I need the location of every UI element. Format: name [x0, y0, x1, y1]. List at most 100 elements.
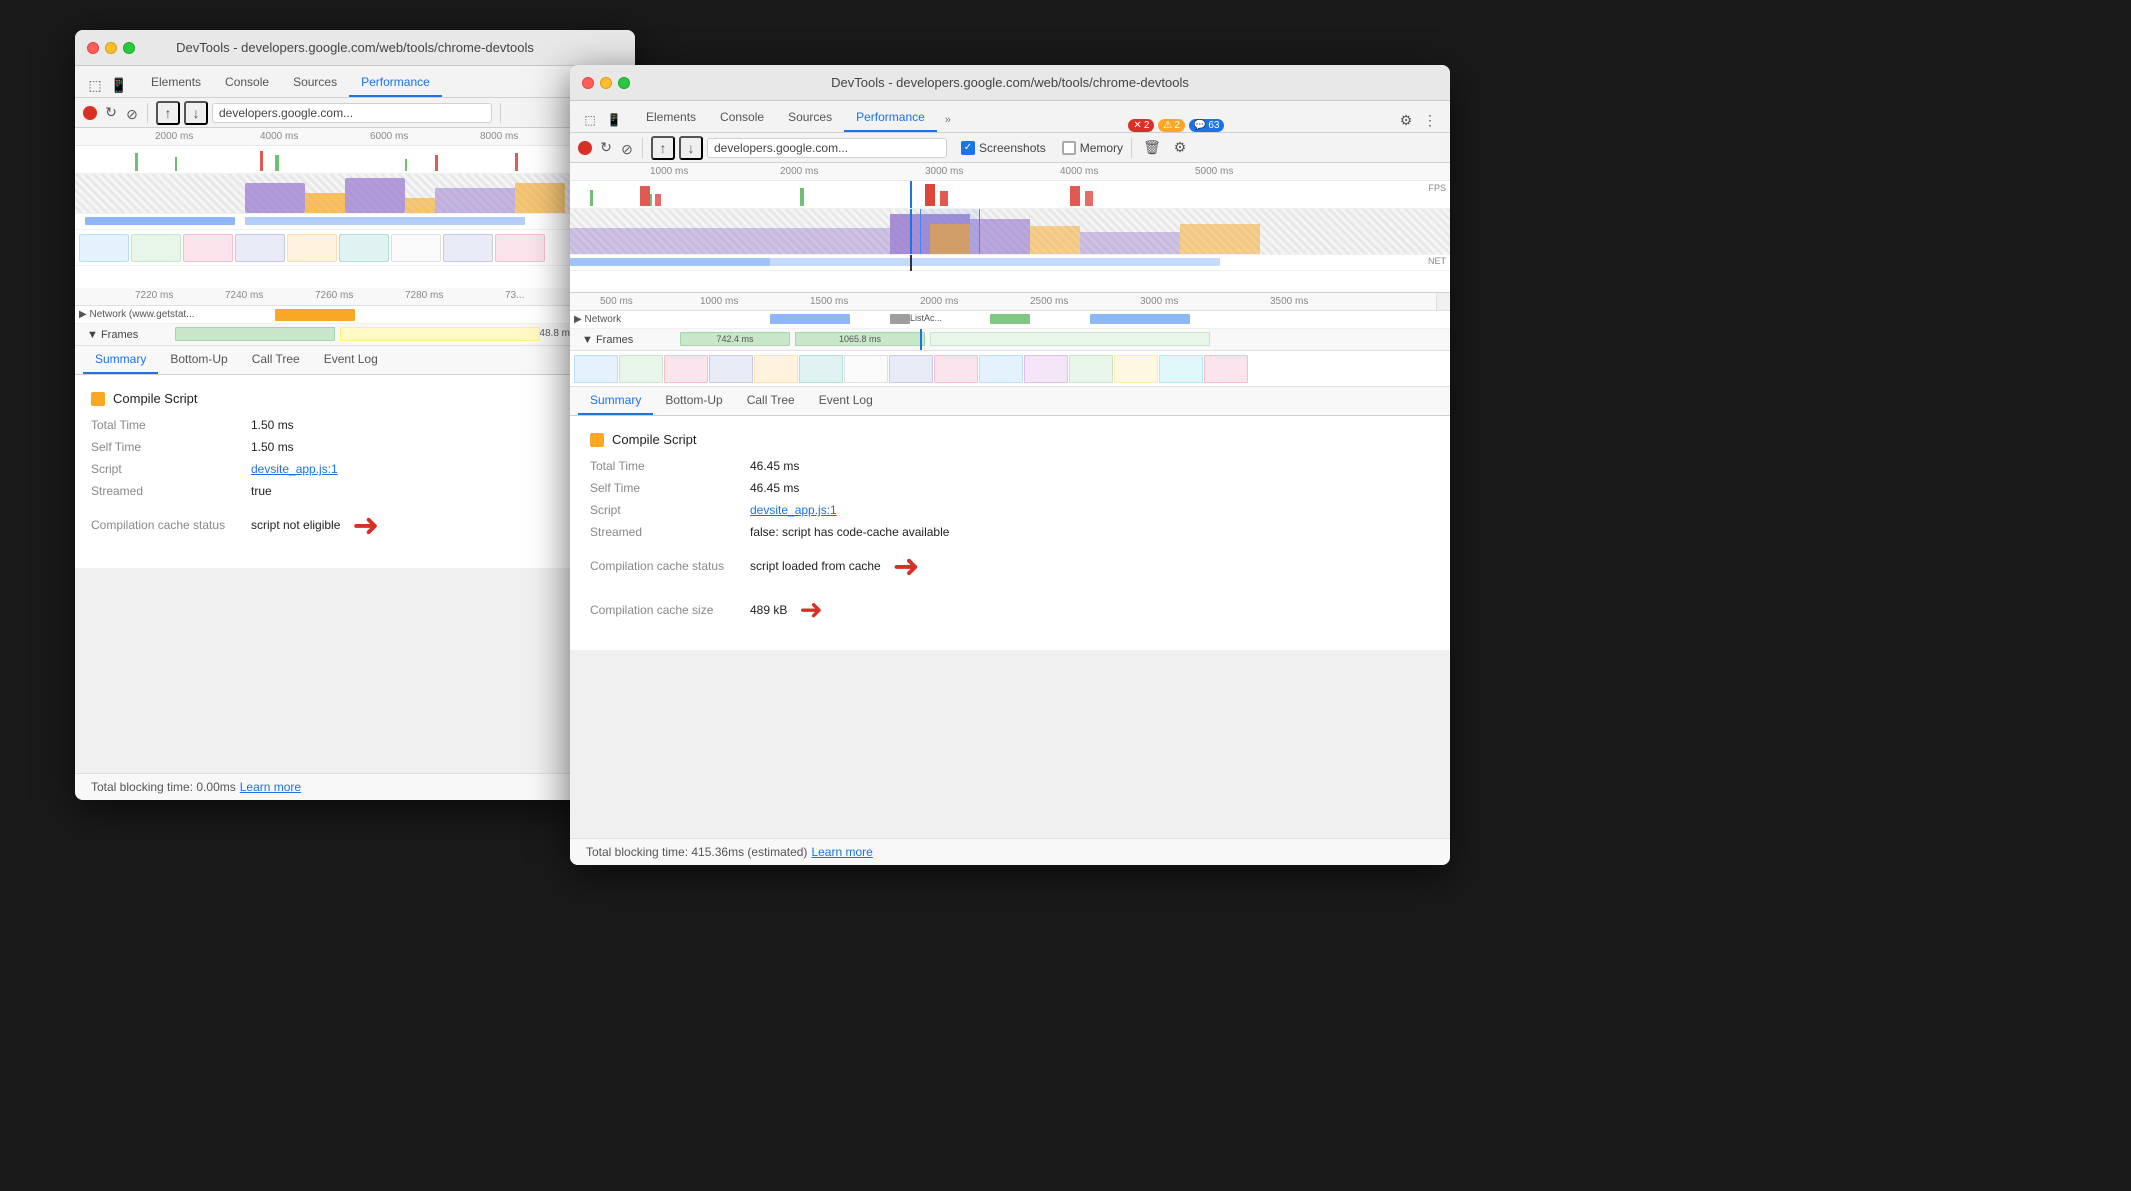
- learn-more-link-2[interactable]: Learn more: [811, 845, 872, 859]
- pointer-icon-1[interactable]: ⬚: [83, 73, 107, 97]
- panel-tab-calltree-1[interactable]: Call Tree: [240, 346, 312, 374]
- settings-icon-2[interactable]: ⚙: [1394, 108, 1418, 132]
- ruler-z-500: 500 ms: [600, 296, 633, 307]
- tab-elements-2[interactable]: Elements: [634, 104, 708, 132]
- minimize-button-1[interactable]: [105, 42, 117, 54]
- reload-button-2[interactable]: ↻: [596, 138, 616, 158]
- panel-content-2: Compile Script Total Time 46.45 ms Self …: [570, 416, 1450, 650]
- screenshots-row-2: [570, 351, 1450, 387]
- memory-checkbox-2[interactable]: Memory: [1062, 141, 1123, 155]
- ruler-tick-6000: 6000 ms: [370, 131, 408, 142]
- frames-label-2: ▼ Frames: [578, 334, 633, 346]
- gear-icon-2[interactable]: ⚙: [1168, 136, 1192, 160]
- url-bar-2: developers.google.com...: [707, 138, 947, 158]
- panel-tab-bottomup-1[interactable]: Bottom-Up: [158, 346, 239, 374]
- panel-tab-summary-1[interactable]: Summary: [83, 346, 158, 374]
- tab-sources-1[interactable]: Sources: [281, 69, 349, 97]
- ruler-z-2000: 2000 ms: [920, 296, 958, 307]
- ruler-z-1500: 1500 ms: [810, 296, 848, 307]
- cache-row-1: Compilation cache status script not elig…: [91, 506, 619, 544]
- tab-elements-1[interactable]: Elements: [139, 69, 213, 97]
- trash-icon-2[interactable]: 🗑: [1140, 136, 1164, 160]
- learn-more-link-1[interactable]: Learn more: [240, 780, 301, 794]
- ruler-top-2: 1000 ms 2000 ms 3000 ms 4000 ms 5000 ms: [570, 163, 1450, 181]
- badge-warning-2: ⚠ 2: [1158, 119, 1185, 132]
- upload-button-2[interactable]: ↑: [651, 136, 675, 160]
- screenshot-thumb-2: [131, 234, 181, 262]
- cpu-gold-2: [405, 198, 435, 213]
- compile-title-2: Compile Script: [612, 432, 697, 447]
- close-button-1[interactable]: [87, 42, 99, 54]
- screenshot2-11: [1024, 355, 1068, 383]
- ruler2-3000: 3000 ms: [925, 166, 963, 177]
- panel-tab-summary-2[interactable]: Summary: [578, 387, 653, 415]
- mobile-icon-1[interactable]: 📱: [107, 73, 131, 97]
- ruler2-1000: 1000 ms: [650, 166, 688, 177]
- compile-header-1: Compile Script: [91, 391, 619, 406]
- pointer-icon-2[interactable]: ⬚: [578, 108, 602, 132]
- record-button-1[interactable]: [83, 106, 97, 120]
- upload-button-1[interactable]: ↑: [156, 101, 180, 125]
- panel-tab-bottomup-2[interactable]: Bottom-Up: [653, 387, 734, 415]
- script-link-2[interactable]: devsite_app.js:1: [750, 503, 837, 517]
- ruler-1: 2000 ms 4000 ms 6000 ms 8000 ms: [75, 128, 635, 146]
- cache-size-label-2: Compilation cache size: [590, 603, 750, 617]
- tab-console-2[interactable]: Console: [708, 104, 776, 132]
- ruler2-tick-7260: 7260 ms: [315, 290, 353, 301]
- close-button-2[interactable]: [582, 77, 594, 89]
- fps-bar2-red-1: [640, 186, 650, 206]
- frame-block-2-1: 742.4 ms: [680, 332, 790, 346]
- fps-label-2: FPS: [1428, 183, 1446, 193]
- cpu-area-2-1: [570, 228, 890, 254]
- menu-icon-2[interactable]: ⋮: [1418, 108, 1442, 132]
- fps-bar2-3: [800, 188, 804, 206]
- script-label-2: Script: [590, 503, 750, 517]
- panel-tab-eventlog-2[interactable]: Event Log: [807, 387, 885, 415]
- cache-size-row-2: Compilation cache size 489 kB ➜: [590, 593, 1430, 626]
- ruler2-tick-7240: 7240 ms: [225, 290, 263, 301]
- mobile-icon-2[interactable]: 📱: [602, 108, 626, 132]
- panel-tab-calltree-2[interactable]: Call Tree: [735, 387, 807, 415]
- minimize-button-2[interactable]: [600, 77, 612, 89]
- ruler-tick-2000: 2000 ms: [155, 131, 193, 142]
- cpu-purple-3: [435, 188, 515, 213]
- script-link-1[interactable]: devsite_app.js:1: [251, 462, 338, 476]
- ruler2-5000: 5000 ms: [1195, 166, 1233, 177]
- screenshot-thumb-6: [339, 234, 389, 262]
- status-text-1: Total blocking time: 0.00ms: [91, 780, 236, 794]
- screenshot2-3: [664, 355, 708, 383]
- maximize-button-2[interactable]: [618, 77, 630, 89]
- self-time-label-1: Self Time: [91, 440, 251, 454]
- download-button-2[interactable]: ↓: [679, 136, 703, 160]
- download-button-1[interactable]: ↓: [184, 101, 208, 125]
- reload-button-1[interactable]: ↻: [101, 103, 121, 123]
- tab-console-1[interactable]: Console: [213, 69, 281, 97]
- fps-bar-3: [275, 155, 279, 171]
- cpu-purple-2: [345, 178, 405, 213]
- tab-performance-1[interactable]: Performance: [349, 69, 442, 97]
- self-time-row-1: Self Time 1.50 ms: [91, 440, 619, 454]
- panel-tab-eventlog-1[interactable]: Event Log: [312, 346, 390, 374]
- titlebar-2: DevTools - developers.google.com/web/too…: [570, 65, 1450, 101]
- titlebar-1: DevTools - developers.google.com/web/too…: [75, 30, 635, 66]
- tab-performance-2[interactable]: Performance: [844, 104, 937, 132]
- screenshots-checkbox-2[interactable]: ✓ Screenshots: [961, 141, 1046, 155]
- frames-label-1: ▼ Frames: [83, 329, 138, 341]
- checkbox-checked-icon-2: ✓: [961, 141, 975, 155]
- record-toolbar-1: ↻ ⊘ ↑ ↓ developers.google.com...: [75, 98, 635, 128]
- window-title-2: DevTools - developers.google.com/web/too…: [831, 75, 1189, 90]
- total-time-row-2: Total Time 46.45 ms: [590, 459, 1430, 473]
- clear-button-2[interactable]: ⊘: [620, 141, 634, 155]
- compile-icon-1: [91, 392, 105, 406]
- tab-more-2[interactable]: »: [937, 108, 959, 132]
- status-bar-2: Total blocking time: 415.36ms (estimated…: [570, 838, 1450, 865]
- cpu-selection-highlight-2: [920, 209, 980, 254]
- record-button-2[interactable]: [578, 141, 592, 155]
- scrollbar-2[interactable]: [1436, 293, 1450, 310]
- clear-button-1[interactable]: ⊘: [125, 106, 139, 120]
- fps-bar-red-2: [435, 155, 438, 171]
- tab-sources-2[interactable]: Sources: [776, 104, 844, 132]
- screenshot2-8: [889, 355, 933, 383]
- frame-block-2-2: 1065.8 ms: [795, 332, 925, 346]
- maximize-button-1[interactable]: [123, 42, 135, 54]
